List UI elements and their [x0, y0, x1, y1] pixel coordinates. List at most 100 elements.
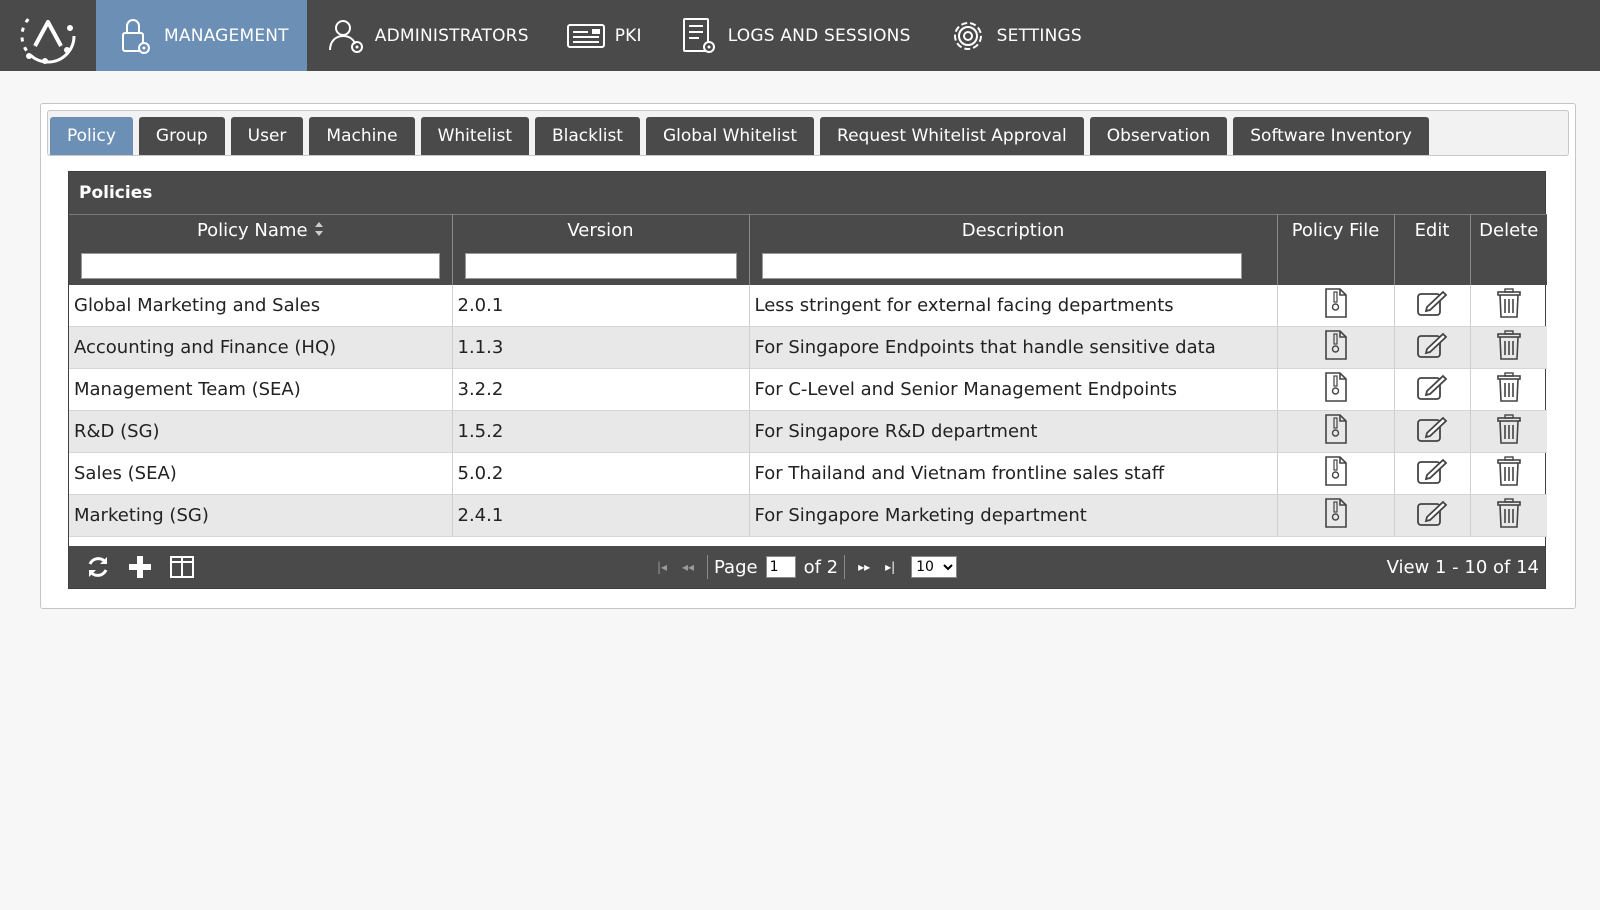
delete-cell [1470, 284, 1547, 327]
filter-row [69, 246, 1547, 285]
trash-icon[interactable] [1496, 288, 1522, 323]
policies-table: Policy Name Version Description Policy F… [69, 214, 1547, 537]
nav-pki[interactable]: PKI [547, 0, 660, 71]
delete-cell [1470, 368, 1547, 411]
edit-cell [1394, 326, 1471, 369]
nav-administrators[interactable]: ADMINISTRATORS [307, 0, 547, 71]
next-page-icon[interactable]: ▸▸ [851, 560, 877, 574]
prev-page-icon[interactable]: ◂◂ [675, 560, 701, 574]
grid-title: Policies [69, 172, 1545, 214]
filter-version-input[interactable] [464, 252, 737, 279]
table-row[interactable]: Global Marketing and Sales 2.0.1 Less stri… [69, 284, 1547, 327]
policy-name-cell: Marketing (SG) [69, 494, 453, 537]
policy-file-icon[interactable] [1323, 456, 1349, 491]
policy-file-cell [1277, 326, 1395, 369]
policy-file-icon[interactable] [1323, 287, 1349, 323]
version-cell: 2.0.1 [452, 284, 750, 327]
tab-machine[interactable]: Machine [309, 117, 415, 155]
top-navigation: MANAGEMENT ADMINISTRATORS PKI LOGS AND S… [0, 0, 1600, 71]
nav-management[interactable]: MANAGEMENT [96, 0, 307, 71]
delete-cell [1470, 326, 1547, 369]
policy-file-cell [1277, 494, 1395, 537]
tab-global-whitelist[interactable]: Global Whitelist [645, 117, 815, 155]
col-description[interactable]: Description [749, 214, 1278, 247]
nav-logs-and-sessions[interactable]: LOGS AND SESSIONS [660, 0, 929, 71]
policy-name-cell: Management Team (SEA) [69, 368, 453, 411]
description-cell: For Thailand and Vietnam frontline sales… [749, 452, 1278, 495]
lock-gear-icon [114, 15, 156, 57]
first-page-icon[interactable]: |◂ [649, 560, 675, 574]
logo-icon [20, 8, 76, 64]
edit-icon[interactable] [1416, 332, 1448, 364]
filter-description-input[interactable] [761, 252, 1242, 279]
tab-observation[interactable]: Observation [1089, 117, 1228, 155]
tab-policy[interactable]: Policy [50, 117, 133, 155]
policy-file-icon[interactable] [1323, 330, 1349, 365]
edit-cell [1394, 452, 1471, 495]
edit-icon[interactable] [1416, 416, 1448, 448]
trash-icon[interactable] [1496, 414, 1522, 449]
table-row[interactable]: Sales (SEA) 5.0.2 For Thailand and Vietnam… [69, 452, 1547, 495]
refresh-icon[interactable] [77, 549, 119, 585]
edit-icon[interactable] [1416, 458, 1448, 490]
description-cell: For Singapore R&D department [749, 410, 1278, 453]
tab-blacklist[interactable]: Blacklist [535, 117, 640, 155]
tab-request-whitelist-approval[interactable]: Request Whitelist Approval [820, 117, 1084, 155]
edit-icon[interactable] [1416, 500, 1448, 532]
last-page-icon[interactable]: ▸| [877, 560, 903, 574]
columns-icon[interactable] [161, 549, 203, 585]
grid-body: Global Marketing and Sales 2.0.1 Less stri… [69, 284, 1547, 537]
policy-file-cell [1277, 452, 1395, 495]
version-cell: 1.1.3 [452, 326, 750, 369]
table-row[interactable]: Marketing (SG) 2.4.1 For Singapore Marketi… [69, 494, 1547, 537]
col-delete: Delete [1470, 214, 1547, 247]
policy-file-icon[interactable] [1323, 498, 1349, 533]
nav-logs-label: LOGS AND SESSIONS [727, 25, 911, 46]
col-edit: Edit [1394, 214, 1471, 247]
page-size-select[interactable]: 10 [911, 556, 958, 578]
trash-icon[interactable] [1496, 456, 1522, 491]
description-cell: For Singapore Marketing department [749, 494, 1278, 537]
page-number-input[interactable] [765, 556, 796, 578]
tab-user[interactable]: User [230, 117, 304, 155]
edit-cell [1394, 284, 1471, 327]
policy-file-icon[interactable] [1323, 372, 1349, 407]
edit-icon[interactable] [1416, 290, 1448, 322]
policy-file-cell [1277, 368, 1395, 411]
version-cell: 5.0.2 [452, 452, 750, 495]
description-cell: For Singapore Endpoints that handle sens… [749, 326, 1278, 369]
edit-icon[interactable] [1416, 374, 1448, 406]
nav-administrators-label: ADMINISTRATORS [374, 25, 529, 46]
table-row[interactable]: R&D (SG) 1.5.2 For Singapore R&D departmen… [69, 410, 1547, 453]
tab-software-inventory[interactable]: Software Inventory [1233, 117, 1429, 155]
table-row[interactable]: Management Team (SEA) 3.2.2 For C-Level an… [69, 368, 1547, 411]
edit-cell [1394, 494, 1471, 537]
nav-pki-label: PKI [614, 25, 642, 46]
col-version[interactable]: Version [452, 214, 750, 247]
app-logo[interactable] [0, 0, 96, 71]
table-row[interactable]: Accounting and Finance (HQ) 1.1.3 For Sing… [69, 326, 1547, 369]
grid-pager: |◂ ◂◂ Page of 2 ▸▸ ▸| 10 View 1 - 10 of … [69, 546, 1545, 588]
sort-icon[interactable] [314, 221, 324, 242]
filter-policy-name-input[interactable] [81, 252, 440, 279]
trash-icon[interactable] [1496, 498, 1522, 533]
col-policy-name[interactable]: Policy Name [69, 214, 453, 247]
policy-name-cell: Global Marketing and Sales [69, 284, 453, 327]
tab-group[interactable]: Group [138, 117, 225, 155]
trash-icon[interactable] [1496, 330, 1522, 365]
col-policy-file: Policy File [1277, 214, 1395, 247]
add-icon[interactable] [119, 549, 161, 585]
nav-settings[interactable]: SETTINGS [929, 0, 1100, 71]
version-cell: 2.4.1 [452, 494, 750, 537]
trash-icon[interactable] [1496, 372, 1522, 407]
main-panel: Policy Group User Machine Whitelist Blac… [40, 103, 1576, 609]
policy-file-icon[interactable] [1323, 414, 1349, 449]
policy-file-cell [1277, 410, 1395, 453]
delete-cell [1470, 410, 1547, 453]
page-label: Page [714, 556, 758, 578]
nav-settings-label: SETTINGS [996, 25, 1082, 46]
policies-grid: Policies Policy Name Version Description… [68, 171, 1547, 589]
tab-whitelist[interactable]: Whitelist [420, 117, 529, 155]
gear-icon [947, 15, 989, 57]
certificate-icon [565, 15, 607, 57]
